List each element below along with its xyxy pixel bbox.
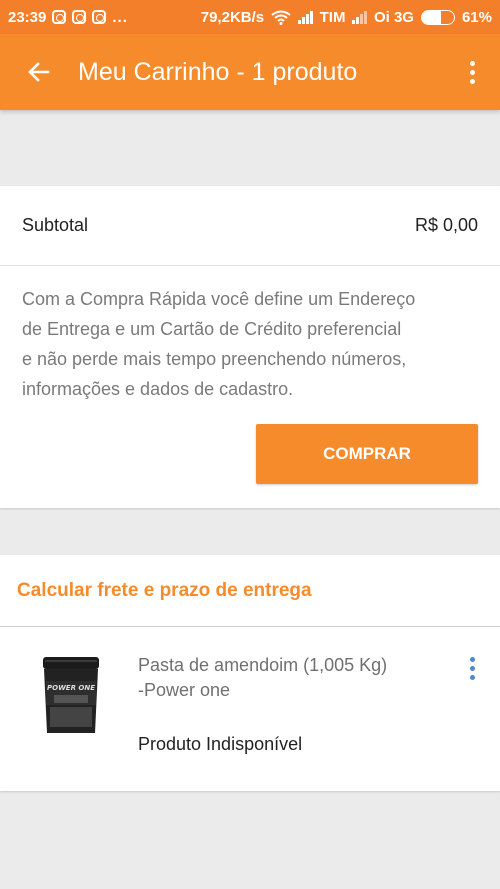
network-speed: 79,2KB/s	[200, 8, 265, 26]
status-bar: 23:39 ... 79,2KB/s TIM Oi 3G 61%	[0, 0, 500, 34]
arrow-left-icon	[28, 62, 50, 82]
product-name-line: -Power one	[138, 680, 231, 700]
instagram-icon	[52, 10, 67, 24]
signal-icon	[298, 10, 313, 24]
app-bar: Meu Carrinho - 1 produto	[0, 34, 500, 110]
subtotal-row: Subtotal R$ 0,00	[0, 186, 500, 266]
more-notifications: ...	[112, 8, 128, 26]
back-button[interactable]	[0, 60, 78, 84]
subtotal-value: R$ 0,00	[414, 215, 478, 235]
product-name[interactable]: Pasta de amendoim (1,005 Kg) -Power one	[138, 653, 428, 703]
info-line: e não perde mais tempo preenchendo númer…	[22, 349, 407, 369]
cart-summary-card: Subtotal R$ 0,00 Com a Compra Rápida voc…	[0, 186, 500, 508]
overflow-menu-button[interactable]	[444, 60, 500, 84]
battery-percent: 61%	[461, 8, 492, 26]
battery-icon	[420, 9, 455, 25]
product-brand-text: POWER ONE	[47, 684, 95, 692]
buy-button[interactable]: COMPRAR	[256, 424, 478, 484]
more-vertical-icon	[470, 657, 475, 662]
cart-item: POWER ONE Pasta de amendoim (1,005 Kg) -…	[0, 627, 500, 791]
instagram-icon	[72, 10, 87, 24]
page-title: Meu Carrinho - 1 produto	[78, 57, 358, 86]
info-line: de Entrega e um Cartão de Crédito prefer…	[22, 319, 402, 339]
more-vertical-icon	[469, 60, 475, 66]
wifi-icon	[271, 10, 291, 25]
calculate-shipping-link[interactable]: Calcular frete e prazo de entrega	[0, 555, 500, 627]
product-image: POWER ONE	[43, 657, 99, 733]
product-name-line: Pasta de amendoim (1,005 Kg)	[138, 655, 388, 675]
instagram-icon	[92, 10, 107, 24]
signal-icon	[352, 10, 367, 24]
info-line: Com a Compra Rápida você define um Ender…	[22, 289, 416, 309]
product-status: Produto Indisponível	[138, 734, 303, 754]
shipping-product-card: Calcular frete e prazo de entrega POWER …	[0, 555, 500, 791]
carrier-name: Oi 3G	[373, 8, 414, 26]
item-options-button[interactable]	[470, 657, 475, 680]
carrier-name: TIM	[319, 8, 346, 26]
quick-buy-info: Com a Compra Rápida você define um Ender…	[0, 266, 500, 404]
subtotal-label: Subtotal	[22, 215, 89, 235]
info-line: informações e dados de cadastro.	[22, 379, 294, 399]
clock: 23:39	[8, 8, 47, 26]
